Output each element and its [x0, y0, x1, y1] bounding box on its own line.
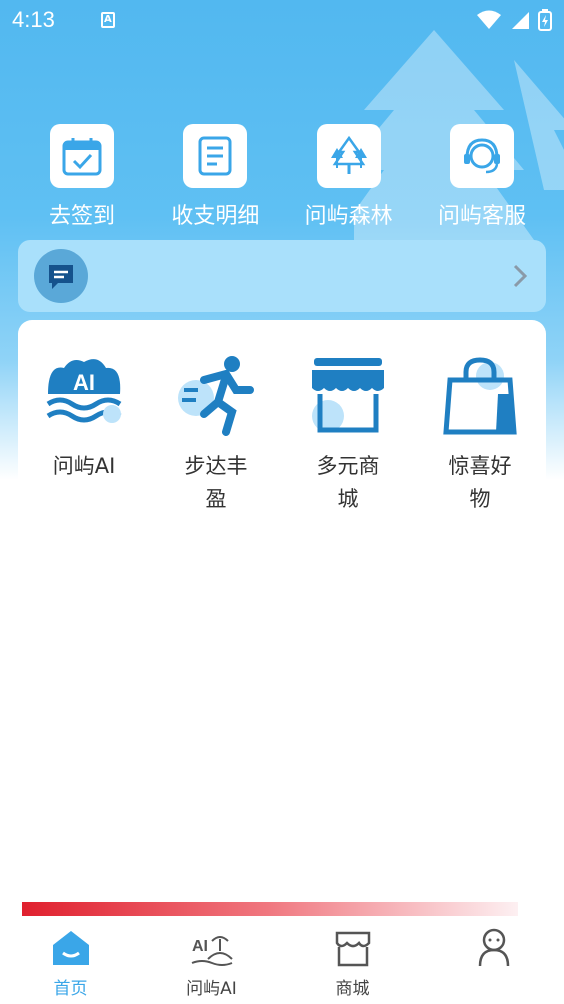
service-mall[interactable]: 多元商城	[282, 354, 414, 516]
notification-badge: A	[100, 12, 115, 28]
service-goods[interactable]: 惊喜好物	[414, 354, 546, 516]
tab-home[interactable]: 首页	[0, 920, 141, 1004]
tab-ai[interactable]: AI 问屿AI	[141, 920, 282, 1004]
quick-action-forest[interactable]: 问屿森林	[284, 124, 414, 230]
quick-action-service[interactable]: 问屿客服	[417, 124, 547, 230]
notice-bar[interactable]	[18, 240, 546, 312]
ai-wave-icon: AI	[42, 354, 126, 438]
quick-actions: 去签到 收支明细 问屿森林 问屿客服	[17, 124, 547, 230]
service-ai[interactable]: AI 问屿AI	[18, 354, 150, 516]
message-icon	[34, 249, 88, 303]
customer-service-icon	[449, 124, 514, 188]
shop-icon	[331, 928, 375, 968]
forest-icon	[316, 124, 381, 188]
battery-icon	[538, 9, 552, 31]
island-ai-icon: AI	[190, 928, 234, 968]
signal-icon	[512, 12, 529, 29]
svg-text:AI: AI	[73, 370, 95, 395]
service-label: 步达丰盈	[184, 454, 248, 511]
quick-action-label: 收支明细	[171, 204, 260, 229]
bottom-tabbar: 首页 AI 问屿AI 商城	[0, 920, 564, 1004]
quick-action-ledger[interactable]: 收支明细	[150, 124, 280, 230]
services-card: AI 问屿AI 步达丰盈 多元商城 惊喜好物	[18, 320, 546, 520]
quick-action-checkin[interactable]: 去签到	[17, 124, 147, 230]
home-icon	[49, 928, 93, 968]
ledger-icon	[183, 124, 248, 188]
quick-action-label: 问屿森林	[304, 204, 393, 229]
chevron-right-icon	[513, 264, 528, 288]
service-label: 问屿AI	[52, 454, 116, 478]
svg-text:AI: AI	[192, 938, 208, 955]
runner-icon	[174, 354, 258, 438]
service-label: 惊喜好物	[448, 454, 512, 511]
quick-action-label: 问屿客服	[437, 204, 526, 229]
tab-shop[interactable]: 商城	[282, 920, 423, 1004]
tab-label: 商城	[335, 979, 370, 999]
profile-icon	[472, 928, 516, 968]
progress-strip	[22, 902, 518, 916]
service-steps[interactable]: 步达丰盈	[150, 354, 282, 516]
tab-profile[interactable]	[423, 920, 564, 1004]
wifi-icon	[477, 10, 501, 29]
calendar-check-icon	[50, 124, 114, 188]
storefront-icon	[306, 354, 390, 438]
quick-action-label: 去签到	[48, 204, 115, 229]
status-icons	[476, 9, 552, 31]
tab-label: 首页	[53, 979, 88, 999]
service-label: 多元商城	[316, 454, 380, 511]
shopping-bag-icon	[438, 354, 522, 438]
status-time: 4:13	[12, 7, 55, 32]
status-bar: 4:13 A	[0, 0, 564, 40]
tab-label: 问屿AI	[186, 979, 237, 999]
